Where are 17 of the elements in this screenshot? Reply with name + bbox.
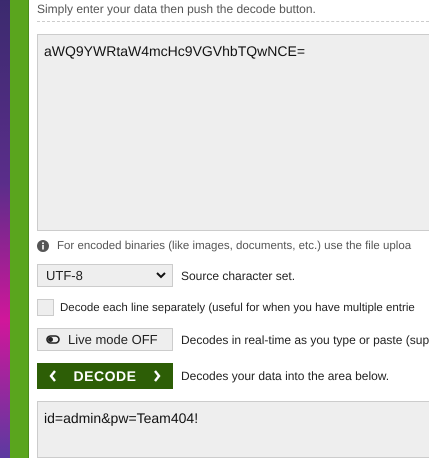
- checkbox[interactable]: [37, 299, 54, 316]
- chevron-right-icon: [153, 370, 161, 382]
- charset-select[interactable]: UTF-8: [37, 264, 173, 288]
- decode-label: Decodes your data into the area below.: [181, 369, 390, 384]
- checkbox-label: Decode each line separately (useful for when you have multiple entrie: [60, 302, 415, 314]
- output-field[interactable]: id=admin&pw=Team404!: [37, 401, 429, 458]
- intro-text: Simply enter your data then push the decode button.: [37, 2, 429, 22]
- chevron-down-icon: [156, 272, 166, 280]
- info-text: For encoded binaries (like images, documents, etc.) use the file uploa: [57, 240, 412, 252]
- chevron-left-icon: [49, 370, 57, 382]
- charset-label: Source character set.: [181, 268, 296, 283]
- live-mode-button[interactable]: Live mode OFF: [37, 328, 173, 352]
- input-field[interactable]: aWQ9YWRtaW4mcHc9VGVhbTQwNCE=: [37, 34, 429, 232]
- toggle-icon: [46, 335, 60, 344]
- live-mode-label: Decodes in real-time as you type or paste (sup: [181, 332, 429, 347]
- decode-button[interactable]: DECODE: [37, 363, 173, 390]
- info-icon: [37, 240, 49, 252]
